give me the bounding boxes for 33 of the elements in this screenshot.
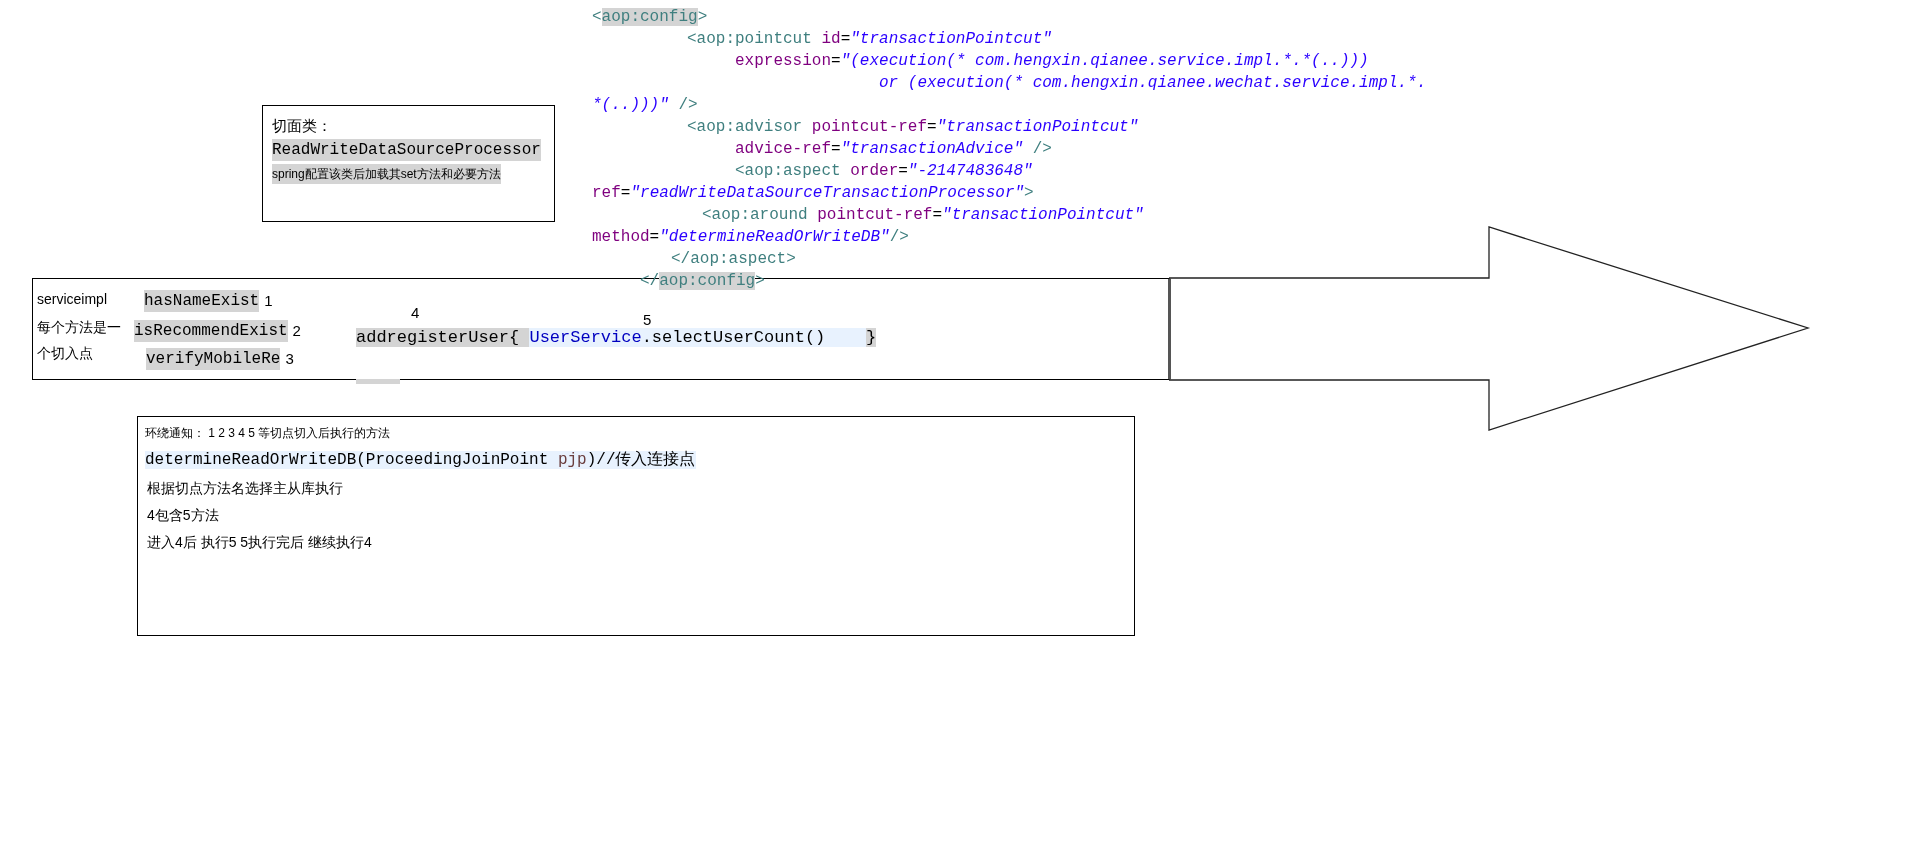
code-line: method="determineReadOrWriteDB"/> bbox=[592, 227, 909, 248]
note-title: 切面类： bbox=[272, 116, 332, 136]
step-number: 1 bbox=[264, 291, 273, 311]
code-line: <aop:config> bbox=[592, 7, 708, 28]
method-name: hasNameExist bbox=[144, 290, 260, 312]
note-title: 环绕通知： 1 2 3 4 5 等切点切入后执行的方法 bbox=[145, 425, 391, 442]
note-text: spring配置该类后加载其set方法和必要方法 bbox=[272, 164, 501, 184]
code-line: <aop:pointcut id="transactionPointcut" bbox=[687, 29, 1052, 50]
code-line: <aop:around pointcut-ref="transactionPointcut" bbox=[702, 205, 1144, 226]
class-name: ReadWriteDataSourceProcessor bbox=[272, 139, 541, 161]
note-text: 4包含5方法 bbox=[147, 506, 219, 525]
code-line: </aop:aspect> bbox=[671, 249, 796, 270]
code-line: <aop:advisor pointcut-ref="transactionPointcut" bbox=[687, 117, 1139, 138]
step-label: 4 bbox=[411, 304, 420, 322]
highlight-fragment bbox=[356, 379, 400, 384]
label-text: serviceimpl bbox=[37, 290, 107, 308]
label-text: 每个方法是一 bbox=[37, 318, 121, 336]
code-line: addregisterUser{ UserService.selectUserCount() } bbox=[356, 327, 877, 349]
code-line: expression="(execution(* com.hengxin.qianee.service.impl.*.*(..))) bbox=[735, 51, 1369, 72]
note-text: 进入4后 执行5 5执行完后 继续执行4 bbox=[147, 533, 372, 552]
step-number: 2 bbox=[292, 321, 301, 341]
code-line: or (execution(* com.hengxin.qianee.wechat.service.impl.*. bbox=[879, 73, 1427, 94]
label-text: 个切入点 bbox=[37, 344, 93, 362]
code-line: determineReadOrWriteDB(ProceedingJoinPoint pjp)//传入连接点 bbox=[145, 449, 696, 471]
method-name: isRecommendExist bbox=[134, 320, 288, 342]
code-line: ref="readWriteDataSourceTransactionProcessor"> bbox=[592, 183, 1034, 204]
code-line: *(..)))" /> bbox=[592, 95, 698, 116]
step-number: 3 bbox=[285, 349, 294, 369]
method-name: verifyMobileRe bbox=[146, 348, 281, 370]
code-line: <aop:aspect order="-2147483648" bbox=[735, 161, 1033, 182]
code-line: advice-ref="transactionAdvice" /> bbox=[735, 139, 1052, 160]
step-label: 5 bbox=[643, 311, 652, 329]
note-text: 根据切点方法名选择主从库执行 bbox=[147, 479, 343, 498]
